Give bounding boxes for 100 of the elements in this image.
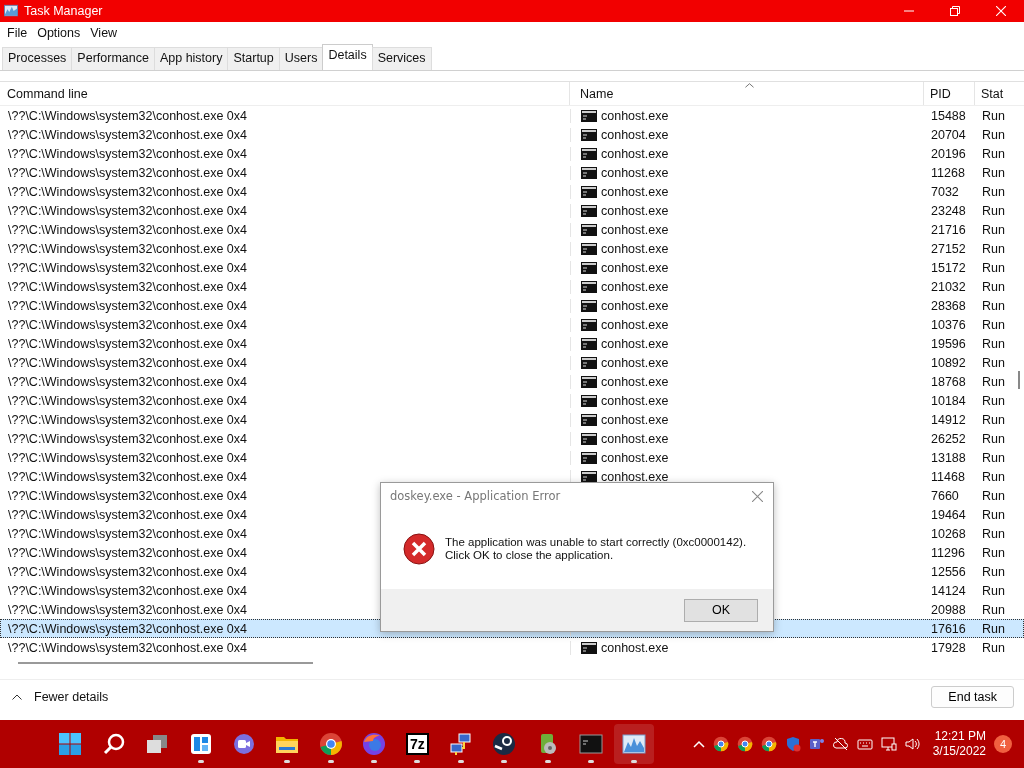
fewer-details-link[interactable]: Fewer details [12, 690, 109, 704]
table-cell-text: Run [981, 355, 1006, 370]
table-cell: conhost.exe [601, 374, 669, 389]
table-cell-text: Run [981, 374, 1006, 389]
column-header[interactable]: PID [924, 82, 975, 105]
caret-icon[interactable] [692, 740, 705, 748]
table-cell-text: 20704 [930, 127, 967, 142]
table-cell: conhost.exe [601, 431, 669, 446]
table-cell-text: 27152 [930, 241, 967, 256]
network-icon[interactable] [880, 736, 897, 752]
running-indicator [284, 760, 291, 763]
menu-item[interactable]: File [2, 26, 33, 40]
chat-icon [231, 732, 256, 756]
table-cell: conhost.exe [601, 279, 669, 294]
tab[interactable]: Users [278, 47, 324, 70]
console-icon [581, 280, 597, 293]
table-cell-text: 19596 [930, 336, 967, 351]
table-cell-text: Run [981, 488, 1006, 503]
tab[interactable]: Details [322, 44, 373, 70]
taskbar-button[interactable] [614, 724, 655, 764]
table-cell-text: 7032 [930, 184, 960, 199]
table-cell-text: 17928 [930, 640, 967, 655]
table-cell-text: 21716 [930, 222, 967, 237]
table-cell-text: 11468 [930, 469, 966, 484]
dialog-title: doskey.exe - Application Error [390, 489, 561, 503]
clock[interactable]: 12:21 PM 3/15/2022 [932, 729, 986, 759]
table-cell-text: Run [981, 450, 1006, 465]
network-computers-icon [448, 732, 473, 756]
scrollbar-thumb[interactable] [18, 662, 313, 664]
browser-icon[interactable] [712, 736, 729, 752]
console-icon [581, 641, 597, 654]
windows-logo-icon [58, 732, 83, 756]
tab[interactable]: Performance [71, 47, 155, 70]
console-icon [581, 185, 597, 198]
table-cell-text: 26252 [930, 431, 967, 446]
table-cell-text: Run [981, 336, 1006, 351]
table-cell-text: Run [981, 640, 1006, 655]
table-cell: \??\C:\Windows\system32\conhost.exe 0x4 [8, 488, 247, 503]
browser-icon[interactable] [760, 736, 777, 752]
tab[interactable]: Services [371, 47, 432, 70]
task-view-icon [145, 732, 170, 756]
table-cell-text: 23248 [930, 203, 967, 218]
table-cell: conhost.exe [601, 260, 669, 275]
table-cell: \??\C:\Windows\system32\conhost.exe 0x4 [8, 184, 247, 199]
console-icon [581, 242, 597, 255]
table-cell-text: 20988 [930, 602, 967, 617]
tab[interactable]: Startup [227, 47, 280, 70]
keyboard-icon[interactable] [856, 736, 873, 752]
people-icon[interactable] [808, 736, 825, 752]
running-indicator [197, 760, 204, 763]
console-icon [581, 223, 597, 236]
table-cell: conhost.exe [601, 298, 669, 313]
table-cell-text: Run [981, 127, 1006, 142]
table-cell: \??\C:\Windows\system32\conhost.exe 0x4 [8, 374, 247, 389]
column-header[interactable]: Command line [0, 82, 570, 105]
tab[interactable]: Processes [2, 47, 73, 70]
table-cell: conhost.exe [601, 108, 669, 123]
table-cell: conhost.exe [601, 146, 669, 161]
console-icon [581, 318, 597, 331]
menu-item[interactable]: View [85, 26, 123, 40]
taskbar-button[interactable]: 7z [397, 724, 438, 764]
table-cell: \??\C:\Windows\system32\conhost.exe 0x4 [8, 412, 247, 427]
table-cell-text: 15172 [930, 260, 967, 275]
table-cell-text: 14912 [930, 412, 967, 427]
error-icon [403, 533, 435, 565]
running-indicator [587, 760, 594, 763]
column-header[interactable]: Stat [975, 82, 1011, 105]
speaker-icon[interactable] [904, 736, 921, 752]
browser-icon[interactable] [736, 736, 753, 752]
table-cell-text: 28368 [930, 298, 967, 313]
column-header[interactable]: Name [570, 82, 924, 105]
table-cell-text: Run [981, 621, 1006, 636]
console-icon [581, 109, 597, 122]
table-cell-text: 19464 [930, 507, 967, 522]
table-cell: \??\C:\Windows\system32\conhost.exe 0x4 [8, 146, 247, 161]
tab[interactable]: App history [153, 47, 229, 70]
scrollbar[interactable] [1018, 371, 1020, 389]
ok-button[interactable]: OK [684, 598, 758, 622]
steam-icon [492, 732, 517, 756]
table-cell: conhost.exe [601, 127, 669, 142]
running-indicator [631, 760, 638, 763]
table-cell: \??\C:\Windows\system32\conhost.exe 0x4 [8, 279, 247, 294]
cloud-off-icon[interactable] [832, 736, 849, 752]
table-cell: \??\C:\Windows\system32\conhost.exe 0x4 [8, 469, 247, 484]
table-cell: conhost.exe [601, 241, 669, 256]
table-cell-text: Run [981, 108, 1006, 123]
table-cell: \??\C:\Windows\system32\conhost.exe 0x4 [8, 336, 247, 351]
end-task-button[interactable]: End task [931, 686, 1014, 708]
search-icon [101, 732, 126, 756]
chart-icon [3, 4, 19, 18]
menu-item[interactable]: Options [32, 26, 86, 40]
table-cell-text: Run [981, 393, 1006, 408]
close-icon[interactable] [752, 490, 763, 502]
table-cell-text: Run [981, 279, 1006, 294]
table-cell: \??\C:\Windows\system32\conhost.exe 0x4 [8, 165, 247, 180]
maximize-icon[interactable] [950, 6, 960, 16]
table-cell-text: Run [981, 298, 1006, 313]
performance-chart-icon [622, 732, 647, 756]
console-icon [581, 337, 597, 350]
table-cell: \??\C:\Windows\system32\conhost.exe 0x4 [8, 526, 247, 541]
